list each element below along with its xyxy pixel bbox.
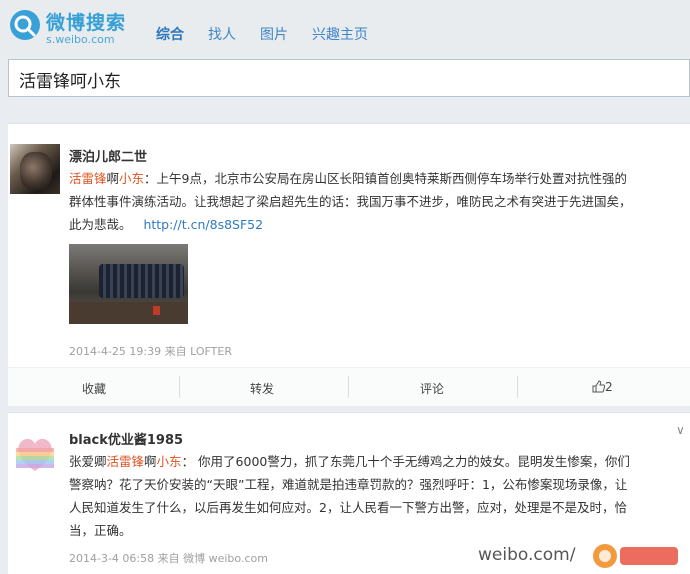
site-watermark-logo [593, 544, 678, 568]
short-link[interactable]: http://t.cn/8s8SF52 [143, 217, 263, 232]
avatar[interactable] [12, 431, 58, 477]
post-text-line: 当，正确。 [69, 523, 132, 538]
action-bar: 收藏 转发 评论 2 [8, 367, 690, 406]
like-button[interactable]: 2 [592, 380, 613, 394]
post-meta[interactable]: 2014-4-25 19:39 来自 LOFTER [69, 343, 232, 359]
header-bar: 微博搜索 s.weibo.com 综合 找人 图片 兴趣主页 [0, 0, 690, 58]
post-text-fragment: ： 你用了6000警力，抓了东莞几十个手无缚鸡之力的妓女。昆明发生惨案，你们 [181, 454, 630, 469]
tab-images[interactable]: 图片 [260, 24, 288, 44]
tab-interest-pages[interactable]: 兴趣主页 [312, 24, 368, 44]
search-query-text: 活雷锋呵小东 [19, 72, 121, 92]
post-username[interactable]: 漂泊儿郎二世 [69, 146, 147, 165]
post-image[interactable] [69, 244, 188, 324]
nav-tabs: 综合 找人 图片 兴趣主页 [156, 24, 392, 44]
post-text-fragment: ：上午9点，北京市公安局在房山区长阳镇首创奥特莱斯西侧停车场举行处置对抗性强的 [144, 171, 628, 186]
mention-link[interactable]: 活雷锋 [69, 171, 107, 186]
post-body: 张爱卿活雷锋啊小东： 你用了6000警力，抓了东莞几十个手无缚鸡之力的妓女。昆明… [69, 450, 689, 542]
search-input[interactable]: 活雷锋呵小东 [8, 59, 690, 97]
post-text-fragment: 啊 [144, 454, 157, 469]
post-text-line: 人民知道发生了什么，以后再发生如何应对。2，让人民看一下警方出警，应对，处理是不… [69, 500, 627, 515]
tab-find-people[interactable]: 找人 [208, 24, 236, 44]
action-divider [517, 376, 518, 398]
post-text-fragment: 此为悲哉。 [69, 217, 132, 232]
logo-title[interactable]: 微博搜索 [46, 8, 126, 35]
post-body: 活雷锋啊小东：上午9点，北京市公安局在房山区长阳镇首创奥特莱斯西侧停车场举行处置… [69, 167, 689, 236]
post-text-line: 警察呐？花了天价安装的“天眼”工程，难道就是拍违章罚款的？强烈呼吁：1，公布惨案… [69, 477, 628, 492]
chevron-down-icon[interactable]: ∨ [676, 423, 685, 437]
post-meta[interactable]: 2014-3-4 06:58 来自 微博 weibo.com [69, 550, 268, 566]
post-card: black优业酱1985 ∨ 张爱卿活雷锋啊小东： 你用了6000警力，抓了东莞… [8, 412, 690, 574]
mention-link[interactable]: 小东 [119, 171, 144, 186]
post-text-fragment: 啊 [106, 171, 120, 186]
action-divider [179, 376, 180, 398]
avatar[interactable] [10, 144, 60, 194]
mention-link[interactable]: 小东 [157, 454, 182, 469]
like-count: 2 [605, 380, 613, 394]
post-username[interactable]: black优业酱1985 [69, 429, 183, 448]
weibo-search-logo-icon[interactable] [8, 8, 42, 42]
collect-button[interactable]: 收藏 [82, 380, 106, 397]
logo-subtitle: s.weibo.com [46, 33, 115, 46]
post-card: 漂泊儿郎二世 活雷锋啊小东：上午9点，北京市公安局在房山区长阳镇首创奥特莱斯西侧… [8, 123, 690, 406]
mention-link[interactable]: 活雷锋 [107, 454, 145, 469]
action-divider [348, 376, 349, 398]
post-text-fragment: 张爱卿 [69, 454, 107, 469]
forward-button[interactable]: 转发 [250, 380, 274, 397]
watermark-text: weibo.com/ [478, 545, 576, 565]
thumbs-up-icon [592, 380, 606, 393]
tab-comprehensive[interactable]: 综合 [156, 24, 184, 44]
comment-button[interactable]: 评论 [420, 380, 444, 397]
post-text-line: 群体性事件演练活动。让我想起了梁启超先生的话：我国万事不进步，唯防民之术有突进于… [69, 194, 632, 209]
